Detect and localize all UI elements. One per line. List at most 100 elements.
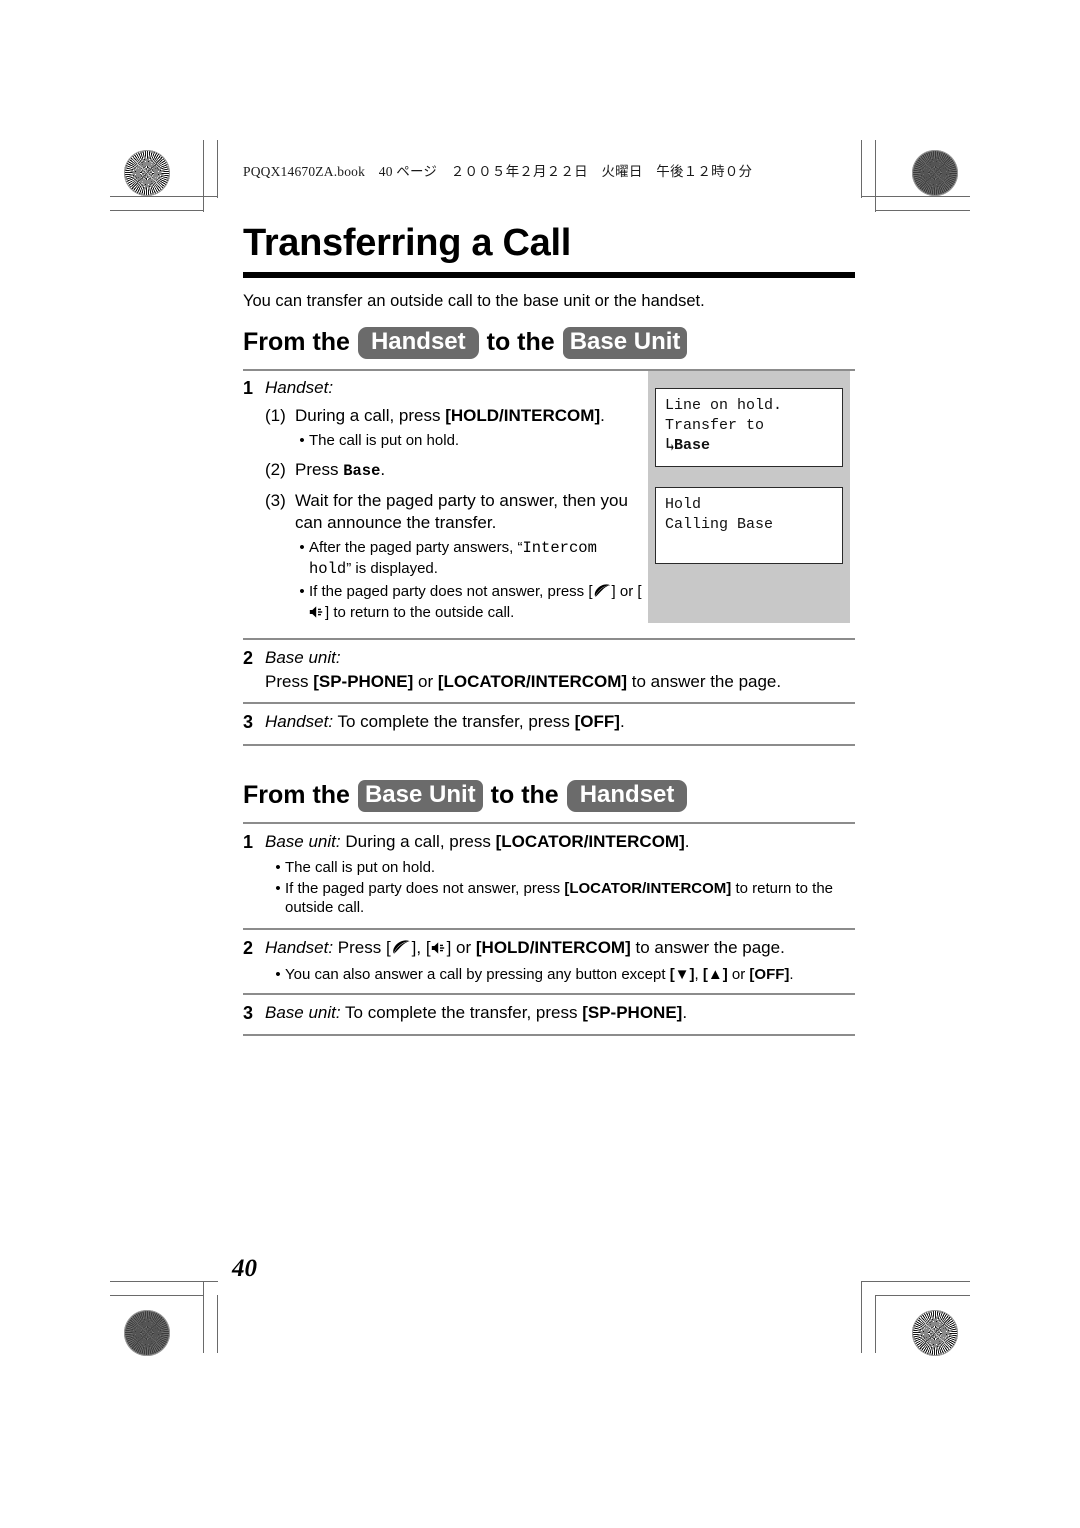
crosshair-mark-bottom-left (176, 1288, 238, 1350)
step-1-bullets: • The call is put on hold. • If the page… (265, 858, 855, 918)
step-text-a: To complete the transfer, press (333, 712, 575, 732)
registration-rosette-top-right (912, 150, 958, 196)
step-text-c: to answer the page. (627, 672, 782, 692)
crop-line (861, 1281, 863, 1353)
step-device-label: Base unit: (265, 1002, 341, 1022)
step-text: Press [SP-PHONE] or [LOCATOR/INTERCOM] t… (265, 671, 855, 693)
page-content: PQQX14670ZA.book 40 ページ ２００５年２月２２日 火曜日 午… (243, 160, 855, 1037)
lcd-line-text: Base (674, 437, 711, 455)
heading-middle: to the (486, 328, 555, 357)
substep-3: (3) Wait for the paged party to answer, … (265, 490, 643, 534)
phone-talk-icon (391, 939, 412, 961)
key-locator-intercom: [LOCATOR/INTERCOM] (495, 831, 685, 851)
step-device-label: Base unit: (265, 648, 341, 668)
section-heading-handset-to-base: From the Handset to the Base Unit (243, 326, 855, 359)
bullet-item: • You can also answer a call by pressing… (271, 965, 855, 984)
registration-rosette-top-left (124, 150, 170, 196)
return-arrow-icon (665, 437, 674, 458)
key-hold-intercom: [HOLD/INTERCOM] (475, 938, 631, 958)
step-device-label: Base unit: (265, 831, 341, 851)
step-number: 2 (243, 938, 254, 959)
step-text: Base unit: To complete the transfer, pre… (265, 1002, 855, 1025)
step-device-label: Handset: (265, 938, 334, 958)
crop-line (217, 1295, 219, 1353)
substep-text-end: . (600, 405, 605, 425)
step-number: 3 (243, 712, 254, 733)
step-text-c: ] or (446, 938, 476, 958)
substep-text: During a call, press (295, 405, 446, 425)
phone-talk-icon (593, 584, 612, 603)
title-underline (243, 272, 855, 278)
substep-number: (2) (265, 459, 286, 479)
intro-text: You can transfer an outside call to the … (243, 292, 705, 310)
key-locator-intercom: [LOCATOR/INTERCOM] (564, 880, 732, 898)
badge-handset: Handset (566, 779, 688, 812)
crop-line (876, 1295, 970, 1297)
bullet-dot: • (275, 880, 281, 898)
bullet-item: • If the paged party does not answer, pr… (295, 582, 643, 624)
bullet-text-pre: If the paged party does not answer, pres… (309, 582, 593, 600)
soft-key-base: Base (343, 461, 381, 480)
bullet-text: The call is put on hold. (309, 431, 460, 449)
step-text-a: During a call, press (340, 831, 496, 851)
substep-text: Press (295, 459, 344, 479)
badge-handset: Handset (357, 326, 479, 359)
bullet-dot: • (275, 858, 281, 876)
step-text-b: or (413, 672, 438, 692)
step-text-a: To complete the transfer, press (340, 1002, 583, 1022)
registration-rosette-bottom-right (912, 1310, 958, 1356)
bullet-text-pre: After the paged party answers, “ (309, 539, 523, 557)
speakerphone-icon (431, 939, 447, 961)
bullet-text-mid2: or (727, 965, 750, 983)
badge-base-unit: Base Unit (562, 326, 688, 359)
section1-steps: Line on hold. Transfer to Base Hold Call… (243, 370, 855, 746)
section2-steps: 1 Base unit: During a call, press [LOCAT… (243, 824, 855, 1037)
crosshair-mark-top-left (176, 145, 238, 207)
heading-middle: to the (490, 781, 559, 810)
bullet-item: • The call is put on hold. (271, 858, 855, 877)
key-off: [OFF] (574, 712, 620, 732)
substep-3-bullets: • After the paged party answers, “Interc… (265, 538, 643, 624)
substep-number: (1) (265, 405, 286, 425)
step-text-b: . (619, 712, 625, 732)
substep-1-bullets: • The call is put on hold. (265, 431, 643, 450)
step-2-bullets: • You can also answer a call by pressing… (265, 965, 855, 984)
crop-line (875, 140, 877, 212)
step-number: 2 (243, 648, 254, 669)
badge-base-unit: Base Unit (357, 779, 483, 812)
key-up-arrow: [▲] (702, 965, 728, 983)
bullet-text-mid: ] or [ (611, 582, 642, 600)
crosshair-mark-right-middle (896, 725, 958, 787)
book-file-header: PQQX14670ZA.book 40 ページ ２００５年２月２２日 火曜日 午… (243, 164, 753, 179)
crop-line (217, 140, 219, 198)
registration-rosette-bottom-left (124, 1310, 170, 1356)
section-heading-base-to-handset: From the Base Unit to the Handset (243, 779, 855, 812)
speakerphone-icon (309, 605, 325, 624)
step-1: 1 Handset: (1) During a call, press [HOL… (243, 377, 643, 625)
crosshair-mark-left-middle (120, 725, 182, 787)
substep-1: (1) During a call, press [HOLD/INTERCOM]… (265, 405, 643, 427)
lcd-line (665, 535, 833, 555)
bullet-text-pre: You can also answer a call by pressing a… (285, 965, 670, 983)
key-sp-phone: [SP-PHONE] (313, 672, 414, 692)
step-2: 2 Handset: Press [], [] or [HOLD/INTERCO… (243, 930, 855, 983)
crop-line (875, 1295, 877, 1353)
bullet-text-post: ” is displayed. (346, 560, 438, 578)
step-text-b: . (684, 831, 690, 851)
bullet-text: The call is put on hold. (285, 858, 436, 876)
lcd-line: Transfer to (665, 416, 765, 434)
substep-number: (3) (265, 491, 286, 511)
crosshair-mark-right-upper (896, 203, 958, 265)
step-device-label: Handset: (265, 377, 334, 397)
step-2: 2 Base unit: Press [SP-PHONE] or [LOCATO… (243, 640, 855, 693)
crop-line (110, 210, 204, 212)
step-text-a: Press (265, 672, 314, 692)
step-number: 1 (243, 377, 254, 398)
step-text-b: ], [ (411, 938, 431, 958)
bullet-dot: • (299, 539, 305, 557)
bullet-text-post: . (789, 965, 794, 983)
lcd-line-with-arrow: Base (665, 436, 833, 458)
divider (243, 1034, 855, 1037)
page-title: Transferring a Call (243, 222, 571, 264)
key-locator-intercom: [LOCATOR/INTERCOM] (437, 672, 628, 692)
